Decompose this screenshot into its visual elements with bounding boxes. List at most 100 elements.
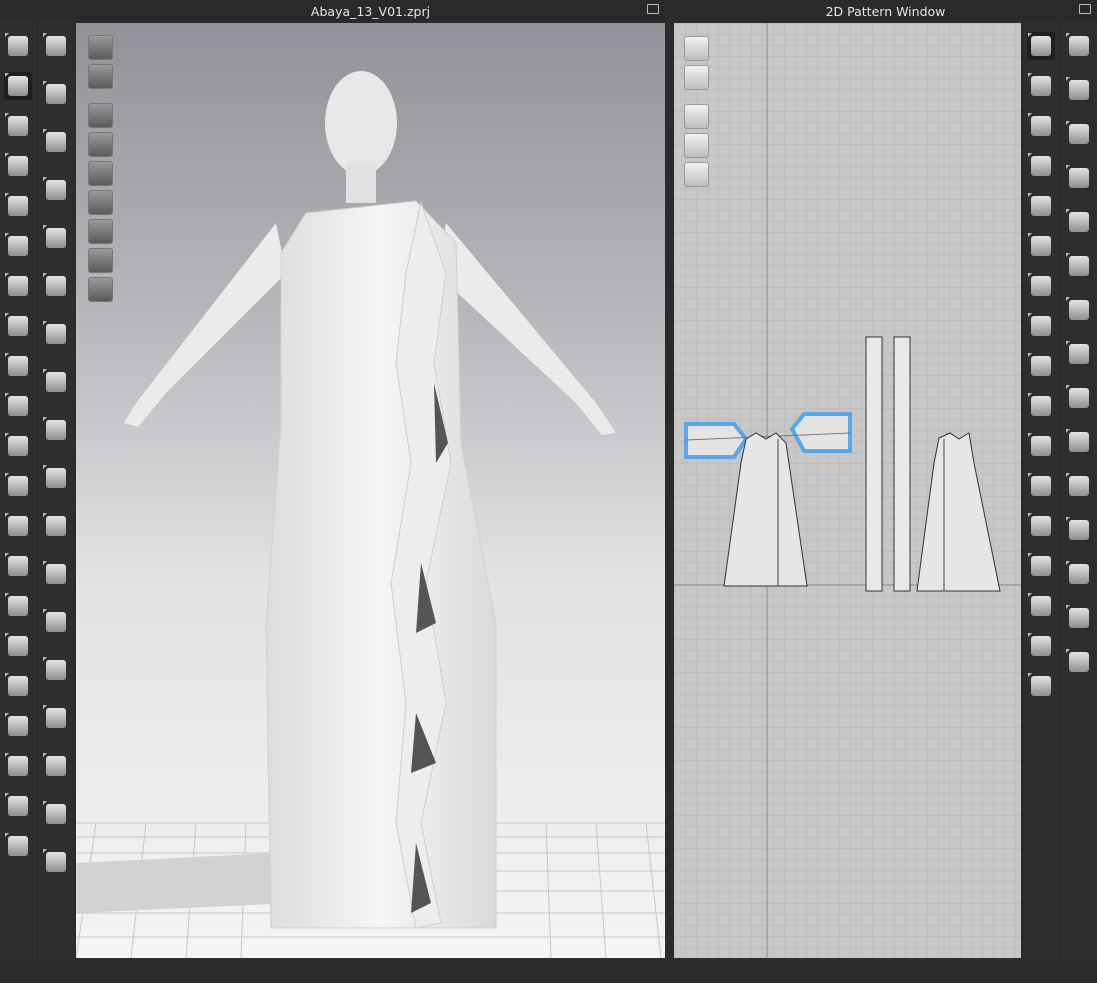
avatar-neck [346,163,376,203]
fabric-gradient-icon[interactable] [42,800,70,828]
garment-fit-icon[interactable] [4,512,32,540]
avatar-box-icon[interactable] [88,35,113,60]
move-down-icon[interactable] [4,32,32,60]
shirt-check-icon[interactable] [4,832,32,860]
puff-pattern-icon[interactable] [1065,296,1093,324]
check-sewing-icon[interactable] [1065,164,1093,192]
check-brush-icon[interactable] [42,128,70,156]
fabric-small-icon[interactable] [42,752,70,780]
shirt-visible-icon[interactable] [684,65,709,90]
add-point-icon[interactable] [1027,112,1055,140]
symmetric-icon[interactable] [1027,392,1055,420]
ruler-icon[interactable] [4,712,32,740]
gift-icon[interactable] [4,552,32,580]
gift-pattern-icon[interactable] [1065,648,1093,676]
pattern-drawing[interactable] [674,23,1021,958]
show-pin-icon[interactable] [88,132,113,157]
fabric-visible-icon[interactable] [684,133,709,158]
hanger-icon[interactable] [4,592,32,620]
segment-sewing-icon[interactable] [1065,76,1093,104]
avatar-silhouette-icon[interactable] [88,248,113,273]
dash-line-icon[interactable] [1065,472,1093,500]
globe-icon[interactable] [88,277,113,302]
floor-shadow [76,853,296,913]
edit-sewing-icon[interactable] [1065,32,1093,60]
transform-gizmo-icon[interactable] [4,72,32,100]
walk-icon[interactable] [42,32,70,60]
zigzag-icon[interactable] [1065,516,1093,544]
pin-group-icon[interactable] [4,232,32,260]
avatar-left-arm [124,223,286,427]
pattern-icon[interactable] [1027,192,1055,220]
zipper-pull-icon[interactable] [42,608,70,636]
print-icon[interactable] [88,219,113,244]
check-brush-2-icon[interactable] [42,176,70,204]
cut-line-icon[interactable] [1027,312,1055,340]
iron-icon[interactable] [1065,208,1093,236]
avatar-small-icon[interactable] [1027,672,1055,700]
text-big-a-icon[interactable] [1027,552,1055,580]
measure-icon[interactable] [4,272,32,300]
ruffle-strip-2[interactable] [893,336,911,592]
lock-shirt-icon[interactable] [684,162,709,187]
tack-icon[interactable] [42,848,70,876]
copy-pattern-icon[interactable] [1027,632,1055,660]
topstitch-icon[interactable] [42,656,70,684]
line-tool-icon[interactable] [4,352,32,380]
pattern-canvas-2d[interactable] [674,23,1021,958]
lock-button-icon[interactable] [42,512,70,540]
add-trim-icon[interactable] [1065,604,1093,632]
gather-icon[interactable] [1065,340,1093,368]
puff-icon[interactable] [42,320,70,348]
undock-icon[interactable] [647,4,659,14]
fabric-swatch-icon[interactable] [42,704,70,732]
buttonhole-icon[interactable] [42,416,70,444]
fold-x-icon[interactable] [42,272,70,300]
transform-pattern-icon[interactable] [1027,32,1055,60]
garment-preview-icon[interactable] [88,64,113,89]
free-sewing-icon[interactable] [1065,120,1093,148]
camera-icon[interactable] [4,392,32,420]
body-icon[interactable] [4,632,32,660]
fit-shirt-icon[interactable] [1065,252,1093,280]
rectangle-icon[interactable] [1027,152,1055,180]
shirt-fit-icon[interactable] [4,792,32,820]
avatar-measure-icon[interactable] [4,472,32,500]
scene-3d[interactable] [76,23,665,958]
fabric-grid-icon[interactable] [42,368,70,396]
text-a-icon[interactable] [1027,512,1055,540]
select-mesh-icon[interactable] [4,112,32,140]
internal-rectangle-icon[interactable] [1027,232,1055,260]
button-icon[interactable] [42,464,70,492]
undock-icon[interactable] [1079,4,1091,14]
trace-icon[interactable] [1027,352,1055,380]
topstitch-line-icon[interactable] [1065,428,1093,456]
pen-visible-icon[interactable] [684,36,709,61]
viewport-3d[interactable] [76,23,665,958]
texture-icon[interactable] [88,190,113,215]
info-visible-icon[interactable] [684,104,709,129]
pin-icon[interactable] [4,192,32,220]
tape-measure-icon[interactable] [4,752,32,780]
thin-brush-icon[interactable] [42,80,70,108]
measure-pattern-icon[interactable] [1027,432,1055,460]
show-avatar-icon[interactable] [88,161,113,186]
ruler-pattern-icon[interactable] [1027,472,1055,500]
stretch-icon[interactable] [4,672,32,700]
back-pattern[interactable] [916,432,1001,592]
wave-icon[interactable] [1065,560,1093,588]
fold-brush-icon[interactable] [42,224,70,252]
edit-point-icon[interactable] [1027,72,1055,100]
show-garment-icon[interactable] [88,103,113,128]
ruffle-strip-1[interactable] [865,336,883,592]
grid-icon[interactable] [1027,592,1055,620]
fold-icon[interactable] [4,432,32,460]
dart-icon[interactable] [1027,272,1055,300]
pattern-window-title: 2D Pattern Window [825,4,946,19]
garment-icon[interactable] [4,152,32,180]
viewport3d-titlebar: Abaya_13_V01.zprj [76,0,665,22]
elastic-icon[interactable] [1065,384,1093,412]
tape-icon[interactable] [4,312,32,340]
garment-abaya [265,200,497,929]
zipper-icon[interactable] [42,560,70,588]
